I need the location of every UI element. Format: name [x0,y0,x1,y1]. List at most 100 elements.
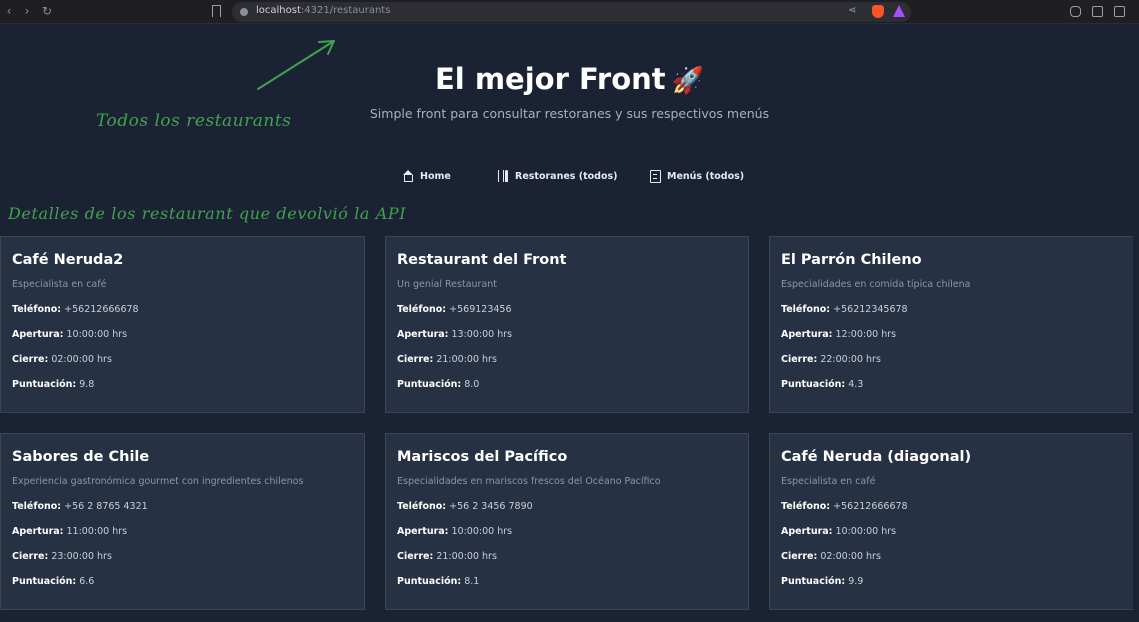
opening-label: Apertura: [781,329,833,340]
brave-shields-icon[interactable] [872,5,884,18]
browser-toolbar: ‹ › ↻ localhost:4321/restaurants ⋖ [0,0,1139,24]
closing-value: 02:00:00 hrs [820,551,881,562]
restaurant-closing: Cierre: 02:00:00 hrs [12,354,112,365]
phone-label: Teléfono: [12,501,62,512]
restaurant-card[interactable]: Restaurant del Front Un genial Restauran… [385,236,749,413]
address-bar[interactable]: localhost:4321/restaurants [232,2,911,22]
restaurant-closing: Cierre: 02:00:00 hrs [781,551,881,562]
opening-value: 11:00:00 hrs [66,526,128,537]
restaurant-name: Restaurant del Front [397,252,567,268]
closing-label: Cierre: [12,354,49,365]
brave-rewards-icon[interactable] [893,5,905,17]
opening-value: 13:00:00 hrs [451,329,513,340]
opening-value: 10:00:00 hrs [66,329,128,340]
restaurant-score: Puntuación: 9.8 [12,379,94,390]
restaurant-description: Especialidades en comida típica chilena [781,279,971,290]
score-value: 8.1 [464,576,480,587]
nav-menus-label: Menús (todos) [667,170,745,182]
restaurant-opening: Apertura: 10:00:00 hrs [12,329,127,340]
rocket-icon: 🚀 [671,66,705,96]
restaurant-closing: Cierre: 21:00:00 hrs [397,551,497,562]
reload-icon[interactable]: ↻ [40,4,54,18]
phone-label: Teléfono: [781,304,831,315]
restaurant-score: Puntuación: 8.1 [397,576,479,587]
restaurant-name: Sabores de Chile [12,449,150,465]
wallet-icon[interactable] [1114,6,1125,17]
opening-label: Apertura: [781,526,833,537]
restaurant-name: Mariscos del Pacífico [397,449,568,465]
closing-label: Cierre: [397,354,434,365]
opening-label: Apertura: [12,526,64,537]
restaurant-score: Puntuación: 9.9 [781,576,863,587]
bookmark-icon[interactable] [212,5,221,17]
opening-label: Apertura: [397,329,449,340]
page-title: El mejor Front 🚀 [0,62,1139,96]
site-info-icon[interactable] [240,8,248,16]
closing-label: Cierre: [781,551,818,562]
phone-value: +56212666678 [64,304,139,315]
restaurant-card[interactable]: Mariscos del Pacífico Especialidades en … [385,433,749,610]
restaurant-name: Café Neruda2 [12,252,124,268]
restaurant-card[interactable]: El Parrón Chileno Especialidades en comi… [769,236,1134,413]
restaurant-opening: Apertura: 12:00:00 hrs [781,329,896,340]
restaurant-description: Especialista en café [12,279,107,290]
nav-home-label: Home [420,170,451,182]
restaurant-name: Café Neruda (diagonal) [781,449,972,465]
share-icon[interactable]: ⋖ [848,5,858,17]
restaurant-description: Un genial Restaurant [397,279,498,290]
score-label: Puntuación: [12,379,77,390]
restaurant-card[interactable]: Café Neruda2 Especialista en café Teléfo… [0,236,365,413]
opening-label: Apertura: [397,526,449,537]
home-icon [402,170,414,182]
closing-label: Cierre: [12,551,49,562]
restaurant-phone: Teléfono: +56212666678 [12,304,139,315]
extensions-icon[interactable] [1070,6,1081,17]
page-subtitle: Simple front para consultar restoranes y… [369,106,770,121]
phone-value: +569123456 [449,304,512,315]
page-title-text: El mejor Front [434,62,666,96]
sidebar-toggle-icon[interactable] [1092,6,1103,17]
restaurant-closing: Cierre: 23:00:00 hrs [12,551,112,562]
scrollbar[interactable] [1133,24,1139,622]
restaurant-phone: Teléfono: +56212345678 [781,304,908,315]
back-icon[interactable]: ‹ [2,4,16,18]
score-value: 6.6 [79,576,95,587]
restaurant-opening: Apertura: 13:00:00 hrs [397,329,512,340]
restaurant-name: El Parrón Chileno [781,252,922,268]
score-value: 8.0 [464,379,480,390]
forward-icon[interactable]: › [20,4,34,18]
nav-home[interactable]: Home [402,170,451,182]
nav-restaurants[interactable]: Restoranes (todos) [497,170,617,182]
closing-label: Cierre: [397,551,434,562]
closing-value: 23:00:00 hrs [51,551,112,562]
restaurant-phone: Teléfono: +569123456 [397,304,512,315]
restaurant-phone: Teléfono: +56212666678 [781,501,908,512]
nav-menus[interactable]: Menús (todos) [649,170,745,183]
fork-knife-icon [497,170,509,182]
score-value: 4.3 [848,379,864,390]
restaurant-score: Puntuación: 4.3 [781,379,863,390]
phone-value: +56 2 3456 7890 [449,501,533,512]
menu-document-icon [649,170,661,183]
opening-label: Apertura: [12,329,64,340]
url-text: localhost:4321/restaurants [256,5,390,16]
restaurant-card[interactable]: Sabores de Chile Experiencia gastronómic… [0,433,365,610]
score-value: 9.9 [848,576,864,587]
restaurant-opening: Apertura: 10:00:00 hrs [781,526,896,537]
closing-value: 21:00:00 hrs [436,551,497,562]
score-label: Puntuación: [397,379,462,390]
phone-label: Teléfono: [397,304,447,315]
nav-restaurants-label: Restoranes (todos) [515,170,618,182]
phone-label: Teléfono: [397,501,447,512]
restaurant-score: Puntuación: 6.6 [12,576,94,587]
restaurant-score: Puntuación: 8.0 [397,379,479,390]
annotation-api-details: Detalles de los restaurant que devolvió … [8,204,407,223]
score-label: Puntuación: [397,576,462,587]
restaurant-phone: Teléfono: +56 2 8765 4321 [12,501,148,512]
phone-value: +56212345678 [833,304,908,315]
restaurant-description: Especialista en café [781,476,876,487]
score-value: 9.8 [79,379,95,390]
score-label: Puntuación: [781,379,846,390]
restaurant-card[interactable]: Café Neruda (diagonal) Especialista en c… [769,433,1134,610]
closing-value: 02:00:00 hrs [51,354,112,365]
